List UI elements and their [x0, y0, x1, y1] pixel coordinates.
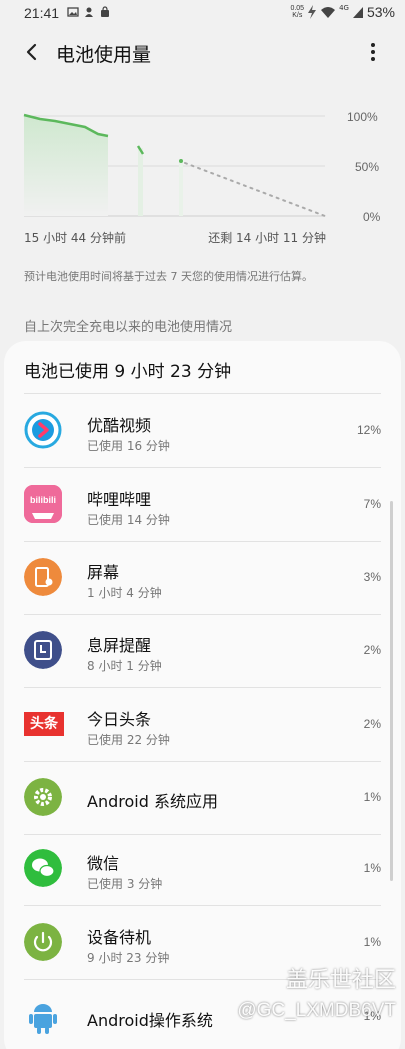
app-name: 优酷视频: [87, 416, 152, 435]
app-usage-percent: 1%: [363, 935, 381, 949]
estimate-note: 预计电池使用时间将基于过去 7 天您的使用情况进行估算。: [24, 270, 313, 283]
app-usage-row[interactable]: 微信 已使用 3 分钟 1%: [4, 832, 401, 906]
network-speed: 0.05 K/s: [290, 5, 304, 19]
battery-projection-line: [184, 162, 326, 217]
shopping-bag-icon: [101, 6, 109, 17]
status-right: 0.05 K/s 4G 53%: [290, 4, 395, 20]
app-usage-row[interactable]: Android 系统应用 1%: [4, 761, 401, 835]
app-usage-row[interactable]: bilibili 哔哩哔哩 已使用 14 分钟 7%: [4, 468, 401, 542]
battery-fill-segment-2: [138, 148, 143, 216]
app-usage-time: 9 小时 23 分钟: [87, 951, 170, 965]
chart-start-label: 15 小时 44 分钟前: [24, 231, 126, 245]
app-usage-row[interactable]: 屏幕 1 小时 4 分钟 3%: [4, 541, 401, 615]
app-name: Android 系统应用: [87, 792, 218, 811]
battery-percent: 53%: [366, 4, 395, 20]
app-name: Android操作系统: [87, 1011, 213, 1030]
app-notification-icon: [85, 7, 93, 17]
chart-end-label: 还剩 14 小时 11 分钟: [208, 231, 326, 245]
speed-unit: K/s: [292, 12, 303, 19]
battery-fill-area: [24, 115, 108, 216]
app-name: 今日头条: [87, 710, 152, 729]
app-name: 微信: [87, 854, 120, 873]
y-label-100: 100%: [347, 110, 378, 124]
y-label-0: 0%: [363, 210, 381, 224]
app-usage-time: 已使用 22 分钟: [87, 733, 170, 747]
app-usage-percent: 2%: [363, 643, 381, 657]
app-usage-row[interactable]: 息屏提醒 8 小时 1 分钟 2%: [4, 614, 401, 688]
app-name: 屏幕: [87, 563, 120, 582]
status-time: 21:41: [24, 5, 60, 21]
wechat-icon: [24, 849, 62, 887]
app-usage-percent: 3%: [363, 570, 381, 584]
status-bar: 21:41 0.05 K/s 4G 53%: [0, 0, 405, 26]
wifi-icon: [321, 6, 336, 18]
section-header: 自上次完全充电以来的电池使用情况: [24, 320, 233, 335]
watermark: 盖乐世社区 @GC_LXMDB6VT: [210, 962, 400, 1032]
app-usage-percent: 12%: [356, 423, 381, 437]
speed-value: 0.05: [290, 5, 305, 12]
battery-fill-segment-3: [179, 162, 183, 216]
watermark-community: 盖乐世社区: [285, 968, 396, 993]
battery-level-chart: [23, 113, 326, 217]
app-name: 设备待机: [87, 928, 152, 947]
app-usage-time: 已使用 14 分钟: [87, 513, 170, 527]
app-usage-time: 已使用 16 分钟: [87, 439, 170, 453]
notification-icons: [67, 6, 111, 18]
more-vert-icon[interactable]: [361, 40, 385, 64]
app-name: 哔哩哔哩: [87, 490, 152, 509]
usage-total-title: 电池已使用 9 小时 23 分钟: [24, 362, 232, 382]
app-usage-percent: 1%: [363, 861, 381, 875]
standby-power-icon: [24, 923, 62, 961]
app-usage-row[interactable]: 优酷视频 已使用 16 分钟 12%: [4, 394, 401, 468]
app-usage-time: 已使用 3 分钟: [87, 877, 163, 891]
battery-point-current: [179, 159, 183, 163]
network-type: 4G: [339, 4, 349, 12]
youku-icon: [24, 411, 62, 449]
bilibili-icon-text: bilibili: [30, 495, 56, 505]
always-on-display-icon: [24, 631, 62, 669]
charging-icon: [308, 5, 317, 19]
screen-icon: [24, 558, 62, 596]
app-usage-percent: 2%: [363, 717, 381, 731]
signal-icon: [352, 6, 363, 18]
toutiao-icon: 头条: [24, 712, 64, 736]
app-name: 息屏提醒: [87, 636, 152, 655]
android-robot-icon: [29, 1004, 57, 1034]
y-label-50: 50%: [355, 160, 380, 174]
toutiao-icon-text: 头条: [30, 716, 58, 732]
app-usage-row[interactable]: 头条 今日头条 已使用 22 分钟 2%: [4, 688, 401, 762]
watermark-user: @GC_LXMDB6VT: [237, 1000, 396, 1021]
back-arrow-icon[interactable]: [20, 40, 44, 64]
bilibili-icon: bilibili: [24, 485, 62, 523]
image-icon: [67, 7, 79, 17]
app-usage-time: 1 小时 4 分钟: [87, 586, 162, 600]
page-title: 电池使用量: [56, 44, 152, 66]
app-usage-percent: 7%: [363, 497, 381, 511]
app-usage-time: 8 小时 1 分钟: [87, 659, 162, 673]
android-system-gear-icon: [24, 778, 62, 816]
app-bar: 电池使用量: [0, 28, 405, 76]
app-usage-percent: 1%: [363, 790, 381, 804]
